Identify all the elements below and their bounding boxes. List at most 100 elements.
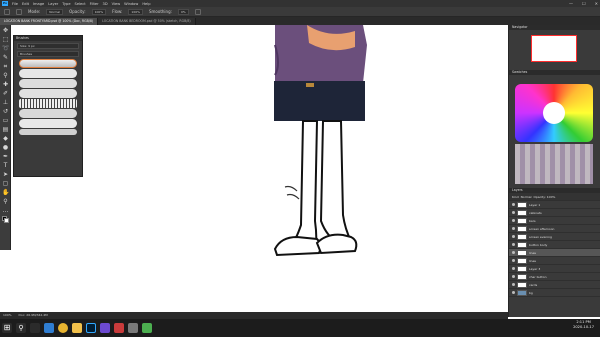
edge-icon[interactable] (44, 323, 54, 333)
layer-row[interactable]: screen evening (509, 233, 600, 241)
crop-tool-icon[interactable]: ⌗ (2, 63, 9, 70)
home-icon[interactable] (4, 8, 10, 15)
layer-row[interactable]: char button (509, 273, 600, 281)
eye-icon[interactable] (512, 219, 515, 222)
search-icon[interactable]: ⚲ (16, 323, 26, 333)
pen-tool-icon[interactable]: ✒ (2, 153, 9, 160)
type-tool-icon[interactable]: T (2, 162, 9, 169)
menu-edit[interactable]: Edit (22, 2, 29, 6)
stamp-tool-icon[interactable]: ⊥ (2, 99, 9, 106)
brush-preset-stroke[interactable] (19, 69, 77, 78)
brush-preset-stroke[interactable] (19, 119, 77, 128)
tab-frontyard[interactable]: LOCATION BANK FRONTYARD.psd @ 100% (Doc,… (0, 18, 99, 25)
eyedropper-tool-icon[interactable]: ⚲ (2, 72, 9, 79)
eye-icon[interactable] (512, 227, 515, 230)
swatch-grid[interactable] (515, 144, 593, 184)
layer-kind-filter[interactable]: Kind (512, 195, 519, 199)
brush-folder[interactable]: Brushes (17, 51, 79, 57)
eye-icon[interactable] (512, 235, 515, 238)
dodge-tool-icon[interactable]: ● (2, 144, 9, 151)
minimize-button[interactable]: — (569, 1, 573, 6)
brush-preset-stroke[interactable] (19, 79, 77, 88)
photoshop-taskbar-icon[interactable] (86, 323, 96, 333)
shape-tool-icon[interactable]: ▢ (2, 180, 9, 187)
layer-row[interactable]: Layer 1 (509, 201, 600, 209)
opacity-field[interactable]: 100% (91, 8, 107, 15)
eye-icon[interactable] (512, 275, 515, 278)
eye-icon[interactable] (512, 243, 515, 246)
file-explorer-icon[interactable] (72, 323, 82, 333)
flow-field[interactable]: 100% (128, 8, 143, 15)
blur-tool-icon[interactable]: ◆ (2, 135, 9, 142)
layer-row[interactable]: bars (509, 217, 600, 225)
brush-preset-stroke[interactable] (19, 59, 77, 68)
lasso-tool-icon[interactable]: ➰ (2, 45, 9, 52)
app-icon[interactable] (114, 323, 124, 333)
brush-size-row[interactable]: Size: 9 px (17, 43, 79, 49)
menu-file[interactable]: File (12, 2, 18, 6)
brush-tool-icon[interactable]: ✐ (2, 90, 9, 97)
layer-row[interactable]: Layer 3 (509, 265, 600, 273)
menu-window[interactable]: Window (124, 2, 138, 6)
close-button[interactable]: ✕ (595, 1, 598, 6)
maximize-button[interactable]: ☐ (582, 1, 586, 6)
gradient-tool-icon[interactable]: ▤ (2, 126, 9, 133)
layer-opacity[interactable]: Opacity: 100% (533, 195, 555, 199)
task-view-icon[interactable] (30, 323, 40, 333)
path-select-tool-icon[interactable]: ➤ (2, 171, 9, 178)
eye-icon[interactable] (512, 283, 515, 286)
eye-icon[interactable] (512, 211, 515, 214)
smoothing-field[interactable]: 0% (177, 8, 189, 15)
brush-preset-stroke[interactable] (19, 129, 77, 135)
app-icon[interactable] (142, 323, 152, 333)
color-wheel[interactable] (515, 84, 593, 142)
menu-select[interactable]: Select (75, 2, 86, 6)
chrome-icon[interactable] (58, 323, 68, 333)
mode-select[interactable]: Normal (46, 8, 64, 15)
brush-preset-icon[interactable] (16, 8, 22, 15)
layer-row[interactable]: lines (509, 257, 600, 265)
brush-preset-stroke[interactable] (19, 99, 77, 108)
more-tools-icon[interactable]: … (2, 207, 9, 214)
canvas-workspace[interactable] (11, 25, 508, 317)
menu-view[interactable]: View (112, 2, 121, 6)
zoom-level[interactable]: 100% (3, 313, 12, 317)
windows-start-icon[interactable]: ⊞ (2, 323, 12, 333)
color-swatches-icon[interactable] (2, 216, 9, 223)
menu-type[interactable]: Type (62, 2, 70, 6)
layer-row-selected[interactable]: lines (509, 249, 600, 257)
tab-bedroom[interactable]: LOCATION BANK BEDROOM.psd @ 50% (sketch,… (98, 18, 196, 25)
eye-icon[interactable] (512, 267, 515, 270)
zoom-tool-icon[interactable]: ⚲ (2, 198, 9, 205)
layer-row[interactable]: cabinets (509, 209, 600, 217)
taskbar-clock[interactable]: 2:11 PM 2020-10-17 (573, 320, 594, 330)
navigator-thumbnail[interactable] (531, 35, 577, 62)
menu-help[interactable]: Help (142, 2, 150, 6)
brush-preset-stroke[interactable] (19, 89, 77, 98)
layer-row[interactable]: button body (509, 241, 600, 249)
marquee-tool-icon[interactable]: ⬚ (2, 36, 9, 43)
hand-tool-icon[interactable]: ✋ (2, 189, 9, 196)
brush-size-value[interactable]: 9 px (28, 44, 35, 48)
menu-filter[interactable]: Filter (90, 2, 99, 6)
eraser-tool-icon[interactable]: ▭ (2, 117, 9, 124)
eye-icon[interactable] (512, 203, 515, 206)
app-icon[interactable] (100, 323, 110, 333)
brush-preset-stroke[interactable] (19, 109, 77, 118)
menu-image[interactable]: Image (33, 2, 44, 6)
settings-gear-icon[interactable] (194, 8, 201, 15)
history-brush-icon[interactable]: ↺ (2, 108, 9, 115)
menu-layer[interactable]: Layer (48, 2, 58, 6)
healing-tool-icon[interactable]: ✚ (2, 81, 9, 88)
menu-3d[interactable]: 3D (103, 2, 108, 6)
move-tool-icon[interactable]: ✥ (2, 27, 9, 34)
eye-icon[interactable] (512, 251, 515, 254)
layer-row[interactable]: bg (509, 289, 600, 297)
eye-icon[interactable] (512, 259, 515, 262)
eye-icon[interactable] (512, 291, 515, 294)
blend-mode-select[interactable]: Normal (521, 195, 532, 199)
quick-select-tool-icon[interactable]: ✎ (2, 54, 9, 61)
layer-row[interactable]: screen afternoon (509, 225, 600, 233)
layer-row[interactable]: cards (509, 281, 600, 289)
app-icon[interactable] (128, 323, 138, 333)
